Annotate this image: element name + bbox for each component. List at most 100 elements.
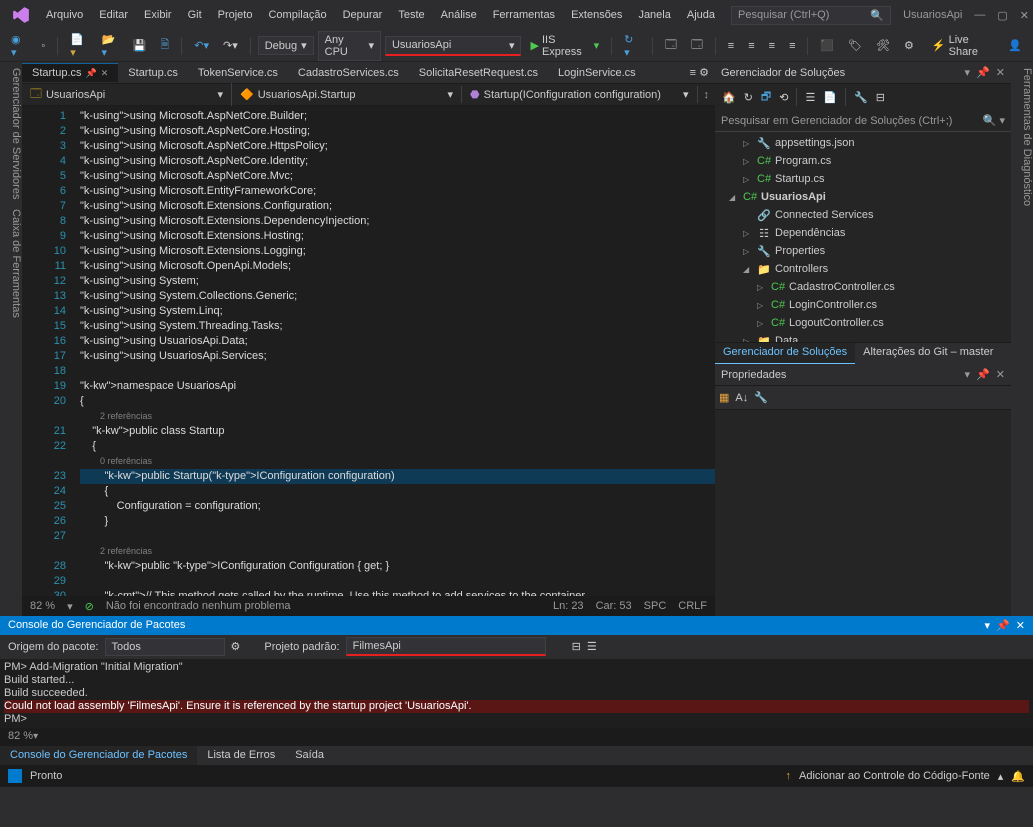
server-explorer-tab[interactable]: Gerenciador de Servidores (0, 68, 22, 199)
nav-fwd-button[interactable]: ◦ (36, 37, 50, 55)
menu-análise[interactable]: Análise (433, 5, 485, 25)
notif-icon[interactable]: 🔔 (1011, 770, 1025, 783)
project-combo[interactable]: FilmesApi (346, 637, 546, 656)
console-list-icon[interactable]: ☰ (587, 640, 597, 653)
nav-class-combo[interactable]: 🔶UsuariosApi.Startup▾ (232, 86, 462, 103)
origin-combo[interactable]: Todos (105, 638, 225, 656)
minimize-button[interactable]: — (974, 9, 985, 21)
menu-janela[interactable]: Janela (630, 5, 678, 25)
sol-tab-git[interactable]: Alterações do Git – master (855, 343, 1001, 364)
console-pin-icon[interactable]: 📌 (996, 619, 1010, 632)
console-zoom[interactable]: 82 % (8, 730, 33, 742)
left-toolwindow-rail[interactable]: Gerenciador de Servidores Caixa de Ferra… (0, 62, 22, 616)
tab-startup-cs[interactable]: Startup.cs 📌 ✕ (22, 63, 118, 82)
menu-ferramentas[interactable]: Ferramentas (485, 5, 563, 25)
diagnostics-tab[interactable]: Ferramentas de Diagnóstico (1021, 68, 1033, 206)
ctab-errors[interactable]: Lista de Erros (197, 746, 285, 766)
tree-item[interactable]: ▷🔧appsettings.json (715, 134, 1011, 152)
prop-menu-icon[interactable]: ▾ (965, 368, 971, 381)
tree-item[interactable]: ▷C#Program.cs (715, 152, 1011, 170)
tree-item[interactable]: ▷📁Data (715, 332, 1011, 342)
menu-extensões[interactable]: Extensões (563, 5, 630, 25)
zoom-level[interactable]: 82 % (30, 600, 55, 612)
prop-cat-icon[interactable]: ▦ (719, 391, 729, 404)
solution-search[interactable]: Pesquisar em Gerenciador de Soluções (Ct… (715, 110, 1011, 132)
solution-tree[interactable]: ▷🔧appsettings.json▷C#Program.cs▷C#Startu… (715, 132, 1011, 342)
sol-ico3[interactable]: ⟲ (776, 88, 791, 107)
sol-tab-explorer[interactable]: Gerenciador de Soluções (715, 343, 855, 364)
save-button[interactable]: 💾 (128, 36, 152, 55)
nav-back-button[interactable]: ◉ ▾ (6, 30, 32, 62)
tree-item[interactable]: ▷🔧Properties (715, 242, 1011, 260)
liveshare-button[interactable]: ⚡ Live Share (927, 31, 999, 61)
prop-az-icon[interactable]: A↓ (735, 392, 748, 404)
redo-button[interactable]: ↷▾ (218, 36, 243, 55)
prop-pin-icon[interactable]: 📌 (976, 368, 990, 381)
sol-ico7[interactable]: ⊟ (873, 88, 888, 107)
sol-ico2[interactable]: 🗗 (758, 85, 774, 110)
split-icon[interactable]: ↕ (698, 89, 716, 101)
tb-ico2[interactable]: 🗔 (686, 33, 708, 58)
sol-ico6[interactable]: 🔧 (851, 88, 871, 107)
tab-cadastroservices-cs[interactable]: CadastroServices.cs (288, 64, 409, 82)
menu-teste[interactable]: Teste (390, 5, 432, 25)
sol-ico5[interactable]: 📄 (820, 88, 840, 107)
search-input[interactable]: Pesquisar (Ctrl+Q) 🔍 (731, 6, 891, 25)
tb-ico8[interactable]: 🏷 (843, 36, 867, 55)
menu-depurar[interactable]: Depurar (335, 5, 391, 25)
menu-ajuda[interactable]: Ajuda (679, 5, 723, 25)
tree-item[interactable]: ◢C#UsuariosApi (715, 188, 1011, 206)
toolbox-tab[interactable]: Caixa de Ferramentas (0, 209, 22, 318)
console-close-icon[interactable]: ✕ (1016, 619, 1025, 632)
account-button[interactable]: 👤 (1003, 36, 1027, 55)
tree-item[interactable]: ▷C#LogoutController.cs (715, 314, 1011, 332)
platform-combo[interactable]: Any CPU ▾ (318, 31, 381, 61)
save-all-button[interactable]: 🗎 (156, 33, 175, 58)
prop-close-icon[interactable]: ✕ (996, 368, 1005, 381)
tb-ico3[interactable]: ≡ (723, 37, 739, 55)
ctab-console[interactable]: Console do Gerenciador de Pacotes (0, 746, 197, 766)
nav-project-combo[interactable]: 🗔UsuariosApi▾ (22, 83, 232, 106)
run-button[interactable]: ▶ IIS Express ▾ (525, 31, 604, 61)
new-button[interactable]: 📄▾ (65, 30, 92, 62)
panel-menu-icon[interactable]: ▾ (965, 66, 971, 79)
menu-git[interactable]: Git (180, 5, 210, 25)
tb-ico10[interactable]: ⚙ (899, 36, 919, 55)
sol-ico1[interactable]: ↻ (741, 88, 756, 107)
ctab-output[interactable]: Saída (285, 746, 334, 766)
console-clear-icon[interactable]: ⊟ (572, 640, 581, 653)
tab-loginservice-cs[interactable]: LoginService.cs (548, 64, 646, 82)
right-toolwindow-rail[interactable]: Ferramentas de Diagnóstico (1011, 62, 1033, 616)
home-icon[interactable]: 🏠 (719, 88, 739, 107)
tb-ico5[interactable]: ≡ (764, 37, 780, 55)
menu-arquivo[interactable]: Arquivo (38, 5, 91, 25)
open-button[interactable]: 📂▾ (97, 30, 124, 62)
tb-ico1[interactable]: 🗔 (660, 33, 682, 58)
tb-ico9[interactable]: 🛠 (871, 36, 895, 55)
source-control-button[interactable]: Adicionar ao Controle do Código-Fonte (799, 770, 990, 782)
close-button[interactable]: ✕ (1020, 9, 1029, 22)
menu-exibir[interactable]: Exibir (136, 5, 180, 25)
tree-item[interactable]: 🔗Connected Services (715, 206, 1011, 224)
tb-ico4[interactable]: ≡ (743, 37, 759, 55)
gear-icon[interactable]: ⚙ (231, 640, 241, 653)
maximize-button[interactable]: ▢ (997, 9, 1007, 22)
tree-item[interactable]: ▷C#Startup.cs (715, 170, 1011, 188)
tb-ico7[interactable]: ⬛ (815, 36, 839, 55)
panel-close-icon[interactable]: ✕ (996, 66, 1005, 79)
sol-ico4[interactable]: ☰ (802, 88, 818, 107)
pin-icon[interactable]: 📌 (976, 66, 990, 79)
prop-wrench-icon[interactable]: 🔧 (754, 391, 768, 404)
tree-item[interactable]: ▷C#CadastroController.cs (715, 278, 1011, 296)
menu-compilação[interactable]: Compilação (260, 5, 334, 25)
config-combo[interactable]: Debug ▾ (258, 36, 314, 55)
tb-ico6[interactable]: ≡ (784, 37, 800, 55)
tree-item[interactable]: ◢📁Controllers (715, 260, 1011, 278)
menu-editar[interactable]: Editar (91, 5, 136, 25)
startup-project-combo[interactable]: UsuariosApi▾ (385, 36, 522, 56)
tree-item[interactable]: ▷☷Dependências (715, 224, 1011, 242)
menu-projeto[interactable]: Projeto (210, 5, 261, 25)
tab-startup-cs[interactable]: Startup.cs (118, 64, 188, 82)
tab-solicitaresetrequest-cs[interactable]: SolicitaResetRequest.cs (409, 64, 548, 82)
console-output[interactable]: PM> Add-Migration "Initial Migration"Bui… (0, 659, 1033, 728)
